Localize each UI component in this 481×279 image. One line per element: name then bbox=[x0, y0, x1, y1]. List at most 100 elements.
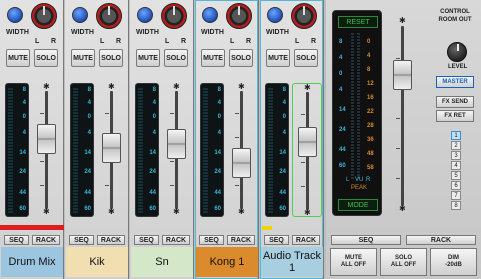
master-fader-track bbox=[401, 26, 404, 206]
solo-button[interactable]: SOLO bbox=[164, 49, 188, 67]
pan-knob[interactable] bbox=[31, 3, 57, 29]
channel-bottom: SEQ RACK Audio Track 1 bbox=[260, 232, 324, 279]
fader-bottom-mark: ✱ bbox=[304, 208, 311, 217]
channel-strip-kik: WIDTH L R MUTE SOLO 8 4 0 4 14 24 44 60 … bbox=[65, 0, 129, 279]
channel-strip-sn: WIDTH L R MUTE SOLO 8 4 0 4 14 24 44 60 … bbox=[130, 0, 194, 279]
channel-select-7[interactable]: 7 bbox=[451, 191, 461, 200]
rack-button[interactable]: RACK bbox=[162, 235, 190, 245]
master-fader-handle[interactable] bbox=[393, 60, 412, 90]
mode-button[interactable]: MODE bbox=[338, 199, 378, 211]
channel-name-label[interactable]: Sn bbox=[131, 247, 193, 277]
pan-knob[interactable] bbox=[291, 3, 317, 29]
meter-label: 44 bbox=[84, 190, 91, 196]
vu-right-scale-label: 12 bbox=[367, 81, 374, 87]
channel-select-5[interactable]: 5 bbox=[451, 171, 461, 180]
fader-top-mark: ✱ bbox=[173, 82, 180, 91]
channel-select-2[interactable]: 2 bbox=[451, 141, 461, 150]
channel-top-controls: WIDTH L R bbox=[260, 0, 324, 48]
meter-label: 44 bbox=[214, 190, 221, 196]
channel-fader-handle[interactable] bbox=[102, 133, 121, 164]
reset-button[interactable]: RESET bbox=[338, 16, 378, 28]
vu-right-scale-label: 4 bbox=[367, 53, 371, 59]
channel-select-4[interactable]: 4 bbox=[451, 161, 461, 170]
meter-bar bbox=[73, 88, 78, 213]
solo-button[interactable]: SOLO bbox=[294, 49, 318, 67]
pan-knob[interactable] bbox=[226, 3, 252, 29]
mute-button[interactable]: MUTE bbox=[136, 49, 160, 67]
vu-left-scale-label: 0 bbox=[339, 71, 343, 77]
vu-right-bar bbox=[357, 33, 360, 179]
meter-label: 44 bbox=[279, 190, 286, 196]
channel-bottom: SEQ RACK Sn bbox=[130, 232, 194, 279]
level-meter: 8 4 0 4 14 24 44 60 bbox=[200, 83, 224, 217]
fader-tick bbox=[170, 113, 174, 114]
rack-button[interactable]: RACK bbox=[32, 235, 60, 245]
solo-all-off-button[interactable]: SOLO ALL OFF bbox=[380, 248, 427, 276]
left-label: L bbox=[295, 38, 300, 45]
fader-area: ✱ ✱ bbox=[227, 82, 257, 217]
channel-fader-handle[interactable] bbox=[232, 148, 251, 179]
vu-right-scale-label: 48 bbox=[367, 151, 374, 157]
seq-button[interactable]: SEQ bbox=[134, 235, 159, 245]
mute-button[interactable]: MUTE bbox=[71, 49, 95, 67]
pan-knob[interactable] bbox=[161, 3, 187, 29]
vu-right-scale-label: 58 bbox=[367, 165, 374, 171]
channel-fader-handle[interactable] bbox=[298, 127, 317, 158]
channel-fader-handle[interactable] bbox=[167, 128, 186, 159]
solo-button[interactable]: SOLO bbox=[99, 49, 123, 67]
master-section: RESET 8 4 0 4 14 24 44 60 0 4 8 12 16 22… bbox=[326, 0, 481, 279]
rack-button[interactable]: RACK bbox=[292, 235, 320, 245]
mute-all-off-button[interactable]: MUTE ALL OFF bbox=[330, 248, 377, 276]
mute-button[interactable]: MUTE bbox=[266, 49, 290, 67]
master-rack-button[interactable]: RACK bbox=[406, 235, 476, 245]
vu-right-scale-label: 22 bbox=[367, 109, 374, 115]
solo-button[interactable]: SOLO bbox=[34, 49, 58, 67]
seq-button[interactable]: SEQ bbox=[264, 235, 289, 245]
fader-tick bbox=[301, 114, 305, 115]
channel-name-label[interactable]: Kong 1 bbox=[196, 247, 258, 277]
pan-knob[interactable] bbox=[96, 3, 122, 29]
master-button[interactable]: MASTER bbox=[436, 76, 474, 88]
channel-select-3[interactable]: 3 bbox=[451, 151, 461, 160]
fader-bottom-mark: ✱ bbox=[238, 207, 245, 216]
width-knob[interactable] bbox=[7, 7, 23, 23]
width-knob[interactable] bbox=[267, 7, 283, 23]
right-label: R bbox=[116, 38, 122, 45]
channel-select-6[interactable]: 6 bbox=[451, 181, 461, 190]
width-knob[interactable] bbox=[72, 7, 88, 23]
width-knob[interactable] bbox=[137, 7, 153, 23]
fx-send-button[interactable]: FX SEND bbox=[436, 96, 474, 108]
meter-label: 24 bbox=[84, 169, 91, 175]
meter-label: 14 bbox=[84, 150, 91, 156]
mute-button[interactable]: MUTE bbox=[201, 49, 225, 67]
width-knob[interactable] bbox=[202, 7, 218, 23]
fader-bottom-mark: ✱ bbox=[43, 207, 50, 216]
fader-bottom-mark: ✱ bbox=[173, 207, 180, 216]
dim-button[interactable]: DIM -20dB bbox=[430, 248, 477, 276]
fx-ret-button[interactable]: FX RET bbox=[436, 110, 474, 122]
seq-button[interactable]: SEQ bbox=[4, 235, 29, 245]
control-room-out-label: CONTROL ROOM OUT bbox=[438, 9, 472, 23]
mute-button[interactable]: MUTE bbox=[6, 49, 30, 67]
channel-name-label[interactable]: Audio Track 1 bbox=[261, 247, 323, 277]
channel-name-label[interactable]: Drum Mix bbox=[1, 247, 63, 277]
fader-tick bbox=[235, 137, 239, 138]
solo-button[interactable]: SOLO bbox=[229, 49, 253, 67]
channel-select-8[interactable]: 8 bbox=[451, 201, 461, 210]
meter-bar bbox=[8, 88, 13, 213]
meter-label: 60 bbox=[84, 206, 91, 212]
seq-button[interactable]: SEQ bbox=[69, 235, 94, 245]
channel-name-label[interactable]: Kik bbox=[66, 247, 128, 277]
channel-fader-handle[interactable] bbox=[37, 124, 56, 155]
left-label: L bbox=[35, 38, 40, 45]
fader-area: ✱ ✱ bbox=[97, 82, 127, 217]
rack-button[interactable]: RACK bbox=[97, 235, 125, 245]
fader-tick bbox=[170, 185, 174, 186]
rack-button[interactable]: RACK bbox=[227, 235, 255, 245]
seq-button[interactable]: SEQ bbox=[199, 235, 224, 245]
master-seq-button[interactable]: SEQ bbox=[331, 235, 401, 245]
channel-select-1[interactable]: 1 bbox=[451, 131, 461, 140]
meter-label: 44 bbox=[149, 190, 156, 196]
control-room-level-knob[interactable] bbox=[447, 42, 467, 62]
fader-bottom-mark: ✱ bbox=[399, 204, 406, 213]
